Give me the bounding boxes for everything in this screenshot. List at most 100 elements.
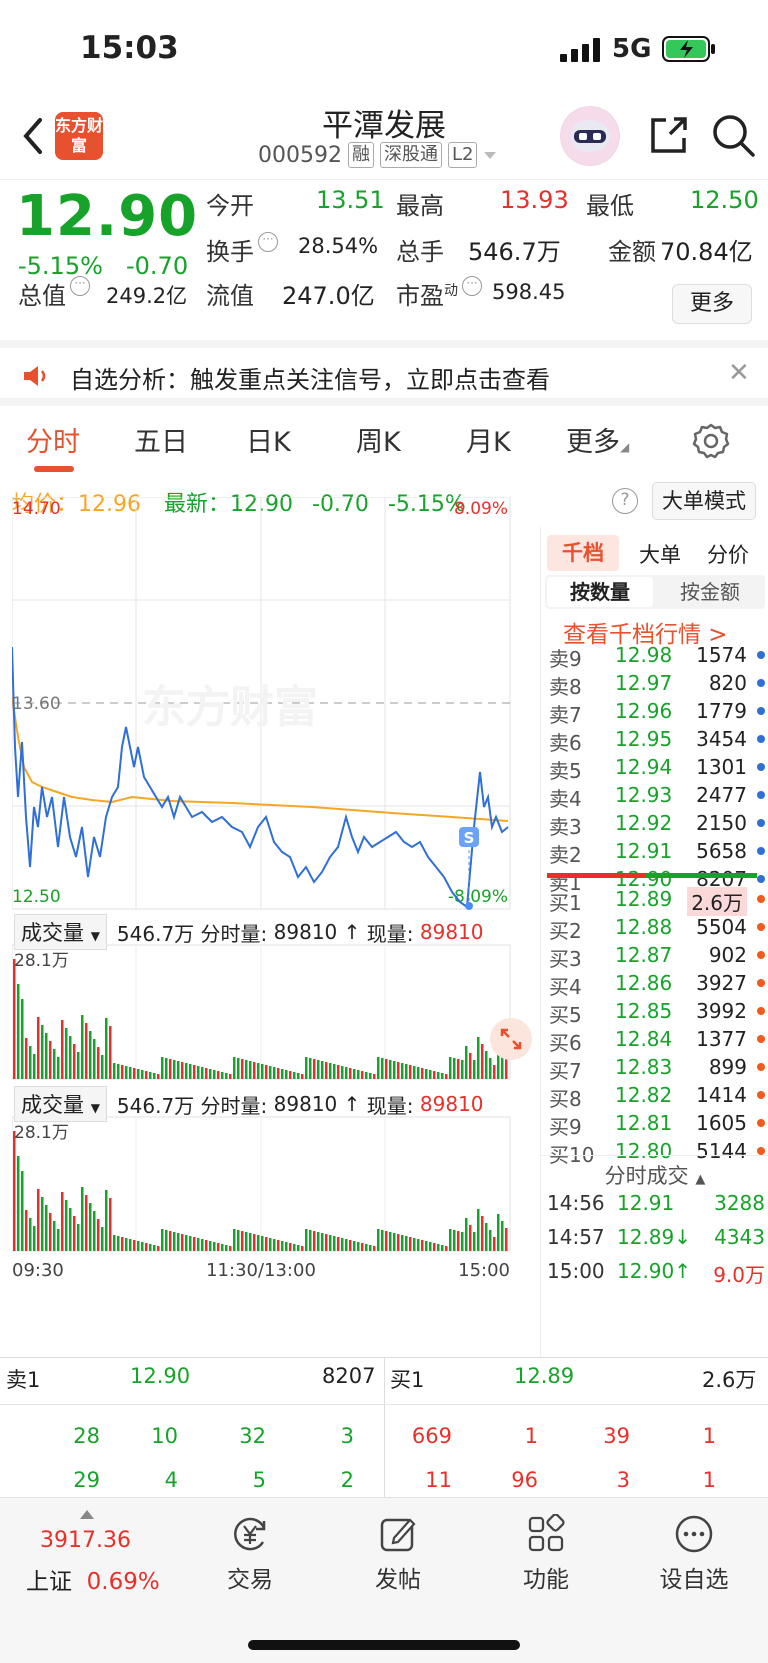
ask-level[interactable]: 卖2 12.91 5658 [549,837,765,867]
tab-weekly-k[interactable]: 周K [356,420,401,459]
battery-charging-icon [662,36,715,62]
search-icon[interactable] [710,112,756,158]
tick-trades-header[interactable]: 分时成交 ▲ [541,1155,768,1190]
ask-level[interactable]: 卖9 12.98 1574 [549,641,765,671]
volume-bar [329,1235,332,1251]
volume-bar [489,1058,492,1079]
book-divider [547,873,757,878]
pe-label[interactable]: 市盈动 ··· [396,276,482,311]
tick-row: 14:56 12.91 3288 [547,1191,765,1221]
volume-bar [241,1231,244,1251]
volume-bar [429,1070,432,1079]
total-cap-value: 249.2亿 [106,284,188,308]
banner-text: 自选分析：触发重点关注信号，立即点击查看 [70,366,550,394]
volume-bar [473,1232,476,1251]
tab-monthly-k[interactable]: 月K [466,420,511,459]
bid-level[interactable]: 买4 12.86 3927 [549,969,765,999]
ask-level[interactable]: 卖6 12.95 3454 [549,725,765,755]
nav-post[interactable]: 发帖 [338,1514,458,1594]
volume-bar [369,1245,372,1251]
volume-bar [29,1218,32,1251]
indicator-select[interactable]: 成交量 ▼ [14,1086,107,1122]
volume-bar [193,1237,196,1251]
tab-more[interactable]: 更多◢ [566,420,629,459]
share-icon[interactable] [648,114,690,156]
indicator-select[interactable]: 成交量 ▼ [14,914,107,950]
turnover-label[interactable]: 换手 ··· [206,232,278,267]
edit-icon [380,1518,416,1552]
by-quantity-option[interactable]: 按数量 [547,577,653,607]
level-label: 买7 [549,1059,582,1083]
level-price: 12.91 [615,839,673,863]
big-order-mode-button[interactable]: 大单模式 [652,482,756,520]
nav-add-watchlist[interactable]: 设自选 [634,1514,754,1594]
queue-divider [384,1358,385,1498]
level-dot-icon [757,895,765,903]
tab-daily-k[interactable]: 日K [246,420,291,459]
level-volume: 5504 [696,915,747,939]
more-dots-icon[interactable]: ··· [462,276,482,296]
bid-level[interactable]: 买5 12.85 3992 [549,997,765,1027]
volume-bar [77,1224,80,1251]
bid-level[interactable]: 买3 12.87 902 [549,941,765,971]
level-dot-icon [757,679,765,687]
more-dots-icon[interactable]: ··· [70,276,90,296]
volume-bar [237,1058,240,1079]
more-button[interactable]: 更多 [672,284,752,324]
alert-banner[interactable]: 自选分析：触发重点关注信号，立即点击查看 ✕ [0,340,768,406]
sell-queue-cell: 3 [340,1424,354,1448]
caret-down-icon: ▼ [90,1101,100,1115]
close-icon[interactable]: ✕ [728,358,750,388]
volume-bar [477,1037,480,1079]
by-amount-option[interactable]: 按金额 [657,577,763,607]
volume-bar [261,1064,264,1079]
ask-level[interactable]: 卖5 12.94 1301 [549,753,765,783]
bid-level[interactable]: 买6 12.84 1377 [549,1025,765,1055]
help-icon[interactable]: ? [612,488,638,514]
volume-bar [173,1060,176,1079]
nav-functions[interactable]: 功能 [486,1514,606,1594]
tab-thousand-levels[interactable]: 千档 [547,535,619,571]
ask-level[interactable]: 卖4 12.93 2477 [549,781,765,811]
buy-queue-cell: 1 [524,1424,538,1448]
gear-icon[interactable] [692,422,730,460]
volume-total: 546.7万 [116,1093,195,1118]
intraday-chart[interactable]: 东方财富 14.70 13.60 12.50 8.09% -8.09% S 28… [12,497,540,1287]
volume-bar [265,1237,268,1251]
volume-bar [137,1069,140,1079]
volume-bar [69,1036,72,1079]
level-volume: 902 [708,943,747,967]
bid-level[interactable]: 买9 12.81 1605 [549,1109,765,1139]
expand-icon[interactable] [490,1018,532,1060]
total-cap-label[interactable]: 总值 ··· [18,276,90,311]
order-queue: 卖1 12.90 8207 买1 12.89 2.6万 28 10 32 3 29 4 5 2… [0,1357,768,1498]
volume-bar [441,1073,444,1079]
nav-trade[interactable]: 交易 [190,1514,310,1594]
ask-level[interactable]: 卖3 12.92 2150 [549,809,765,839]
bid-level[interactable]: 买8 12.82 1414 [549,1081,765,1111]
ai-assistant-icon[interactable] [560,106,620,166]
tab-big-orders[interactable]: 大单 [639,539,681,569]
high-value: 13.93 [500,186,569,214]
bid-level[interactable]: 买7 12.83 899 [549,1053,765,1083]
level-dot-icon [757,1007,765,1015]
bid-level[interactable]: 买2 12.88 5504 [549,913,765,943]
ask-level[interactable]: 卖8 12.97 820 [549,669,765,699]
x-label-open: 09:30 [12,1260,64,1281]
bid-level[interactable]: 买1 12.89 2.6万 [549,885,765,916]
indicator-select-label: 成交量 [21,1093,84,1117]
volume-bar [13,959,16,1079]
volume-bar [409,1065,412,1079]
level-dot-icon [757,1035,765,1043]
volume-bar [229,1246,232,1251]
level-volume: 1414 [696,1083,747,1107]
volume-bar [281,1069,284,1079]
tab-intraday[interactable]: 分时 [26,420,80,459]
stock-subtitle[interactable]: 000592 融 深股通 L2 [258,142,497,168]
ask-level[interactable]: 卖7 12.96 1779 [549,697,765,727]
tab-price-distribution[interactable]: 分价 [707,539,749,569]
volume-bar [365,1244,368,1251]
more-dots-icon[interactable]: ··· [258,232,278,252]
volume-bar [389,1060,392,1079]
tab-five-day[interactable]: 五日 [134,420,188,459]
